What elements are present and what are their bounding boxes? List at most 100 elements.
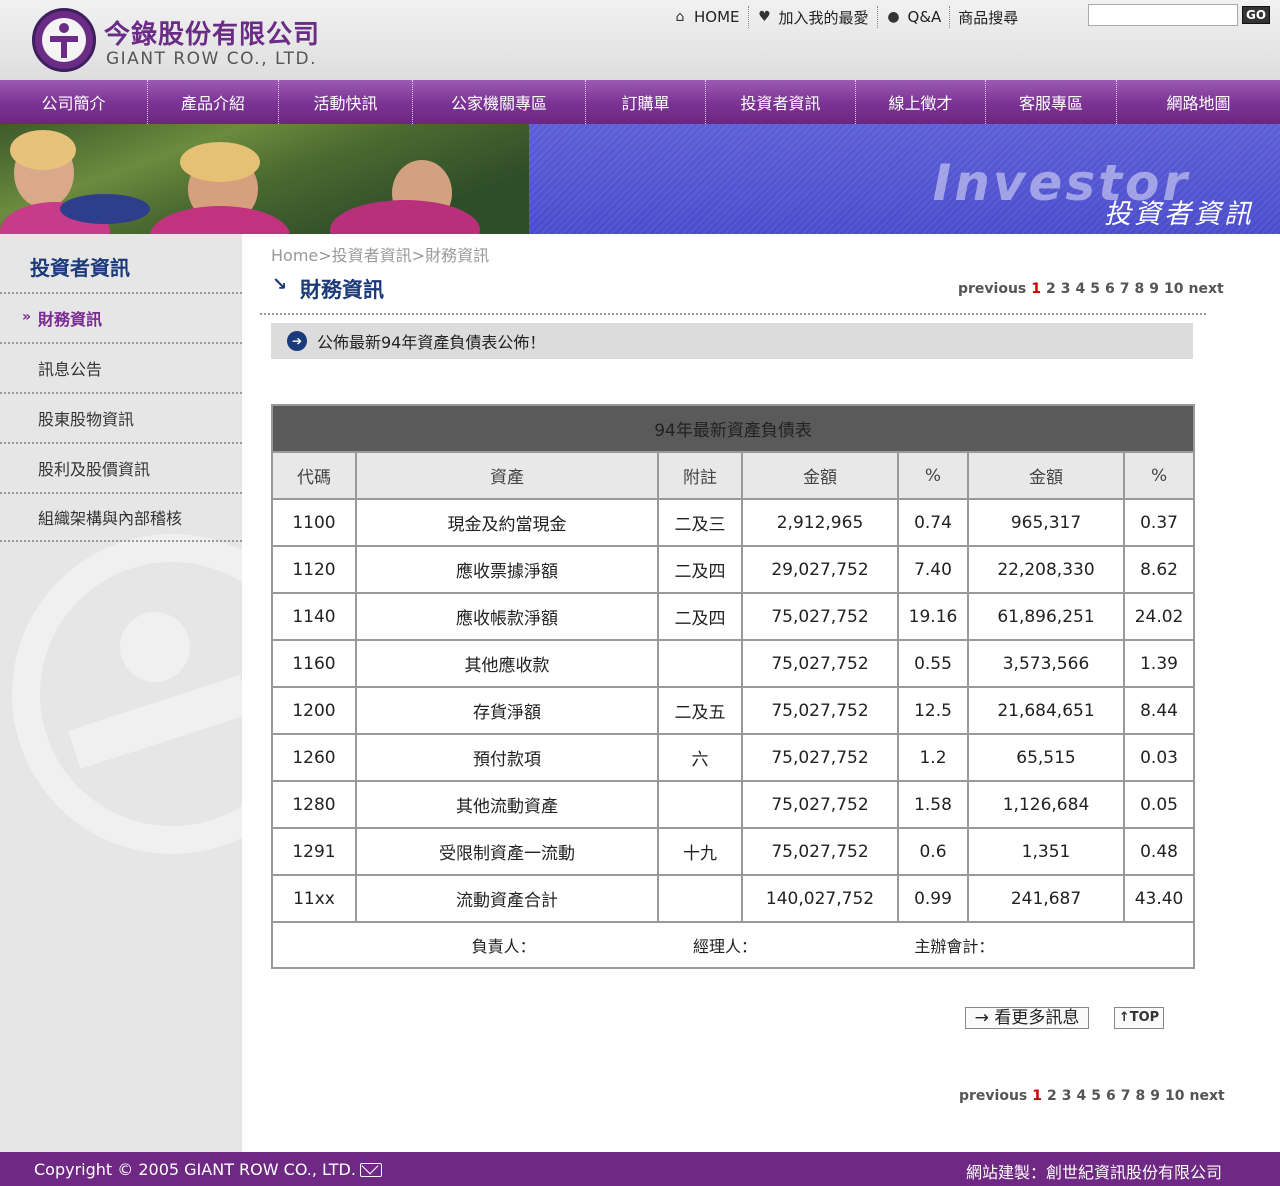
qa-link[interactable]: ● Q&A: [878, 6, 951, 28]
cell-code: 1260: [271, 733, 357, 782]
table-row: 1280 其他流動資產 75,027,752 1.58 1,126,684 0.…: [271, 780, 1196, 829]
pager-page-10[interactable]: 10: [1164, 281, 1183, 297]
cell-percent: 0.74: [897, 498, 969, 547]
header: 今錄股份有限公司 GIANT ROW CO., LTD. ⌂ HOME ♥ 加入…: [0, 0, 1280, 80]
company-logo-icon[interactable]: [32, 8, 96, 72]
pager-page-5[interactable]: 5: [1090, 281, 1100, 297]
pager-page-6[interactable]: 6: [1106, 1088, 1116, 1104]
cell-code: 1280: [271, 780, 357, 829]
pager-page-8[interactable]: 8: [1136, 1088, 1146, 1104]
pager-page-10[interactable]: 10: [1165, 1088, 1184, 1104]
pager-page-1[interactable]: 1: [1031, 281, 1041, 297]
cell-amount: 2,912,965: [741, 498, 899, 547]
nav-item-events[interactable]: 活動快訊: [279, 80, 413, 124]
cell-amount: 140,027,752: [741, 874, 899, 923]
nav-item-company[interactable]: 公司簡介: [0, 80, 148, 124]
qa-icon: ●: [887, 9, 900, 25]
pager-page-5[interactable]: 5: [1091, 1088, 1101, 1104]
cell-percent: 1.2: [897, 733, 969, 782]
cell-asset: 預付款項: [355, 733, 659, 782]
product-search: 商品搜尋: [950, 6, 1032, 28]
cell-asset: 其他流動資產: [355, 780, 659, 829]
active-chevron-icon: »: [22, 309, 32, 325]
pager-page-3[interactable]: 3: [1061, 281, 1071, 297]
sidebar-item-shareholder-info[interactable]: 股東股物資訊: [0, 392, 242, 442]
pager-page-9[interactable]: 9: [1150, 1088, 1160, 1104]
cell-percent-prior: 1.39: [1122, 639, 1196, 688]
column-header-amount-prior: 金額: [967, 451, 1125, 500]
table-header-row: 代碼 資產 附註 金額 % 金額 %: [271, 451, 1196, 500]
notice-bar[interactable]: ➔ 公佈最新94年資產負債表公佈！: [271, 323, 1193, 359]
nav-item-order-form[interactable]: 訂購單: [586, 80, 706, 124]
pager-page-9[interactable]: 9: [1149, 281, 1159, 297]
nav-item-customer-service[interactable]: 客服專區: [986, 80, 1117, 124]
company-name-en: GIANT ROW CO., LTD.: [106, 49, 318, 69]
add-favorite-label: 加入我的最愛: [778, 8, 869, 27]
search-go-button[interactable]: GO: [1242, 6, 1270, 24]
home-link[interactable]: ⌂ HOME: [664, 6, 749, 28]
pager-page-6[interactable]: 6: [1105, 281, 1115, 297]
add-favorite-link[interactable]: ♥ 加入我的最愛: [749, 6, 878, 28]
cell-percent: 12.5: [897, 686, 969, 735]
pager-previous[interactable]: previous: [959, 1088, 1027, 1104]
table-row: 1120 應收票據淨額 二及四 29,027,752 7.40 22,208,3…: [271, 545, 1196, 594]
cell-percent-prior: 0.03: [1122, 733, 1196, 782]
cell-asset: 受限制資產一流動: [355, 827, 659, 876]
nav-item-careers[interactable]: 線上徵才: [856, 80, 986, 124]
cell-percent-prior: 0.05: [1122, 780, 1196, 829]
sidebar-item-organization[interactable]: 組織架構與內部稽核: [0, 492, 242, 542]
pager-page-1[interactable]: 1: [1032, 1088, 1042, 1104]
cell-amount: 75,027,752: [741, 639, 899, 688]
breadcrumb[interactable]: Home>投資者資訊>財務資訊: [271, 242, 489, 266]
mail-icon[interactable]: [360, 1163, 382, 1177]
cell-note: 十九: [657, 827, 743, 876]
table-row: 1140 應收帳款淨額 二及四 75,027,752 19.16 61,896,…: [271, 592, 1196, 641]
pager-previous[interactable]: previous: [958, 281, 1026, 297]
pager-page-4[interactable]: 4: [1076, 281, 1086, 297]
cell-percent: 0.99: [897, 874, 969, 923]
pager-page-7[interactable]: 7: [1120, 281, 1130, 297]
cell-percent-prior: 8.62: [1122, 545, 1196, 594]
pager-next[interactable]: next: [1190, 1088, 1225, 1104]
pager-next[interactable]: next: [1189, 281, 1224, 297]
banner-photo-rafting: [0, 124, 529, 234]
cell-note: [657, 639, 743, 688]
cell-code: 1120: [271, 545, 357, 594]
sidebar-item-dividend-info[interactable]: 股利及股價資訊: [0, 442, 242, 492]
arrow-right-circle-icon: ➔: [287, 331, 307, 351]
pagination-top: previous 1 2 3 4 5 6 7 8 9 10 next: [958, 281, 1224, 297]
cell-amount-prior: 22,208,330: [967, 545, 1125, 594]
back-to-top-button[interactable]: ↑TOP: [1114, 1007, 1164, 1029]
company-name-cn: 今錄股份有限公司: [104, 20, 321, 50]
cell-code: 11xx: [271, 874, 357, 923]
watermark-logo-icon: [12, 534, 242, 854]
sidebar-item-financial-info[interactable]: » 財務資訊: [0, 292, 242, 342]
balance-sheet-table: 94年最新資產負債表 代碼 資產 附註 金額 % 金額 % 1100 現金及約當…: [270, 404, 1196, 969]
sidebar: 投資者資訊 » 財務資訊 訊息公告 股東股物資訊 股利及股價資訊 組織架構與內部…: [0, 234, 242, 1152]
pager-page-3[interactable]: 3: [1062, 1088, 1072, 1104]
nav-item-government[interactable]: 公家機關專區: [413, 80, 586, 124]
sidebar-item-announcements[interactable]: 訊息公告: [0, 342, 242, 392]
cell-asset: 存貨淨額: [355, 686, 659, 735]
pager-page-4[interactable]: 4: [1077, 1088, 1087, 1104]
pager-page-2[interactable]: 2: [1046, 281, 1056, 297]
column-header-asset: 資產: [355, 451, 659, 500]
nav-item-products[interactable]: 產品介紹: [148, 80, 279, 124]
cell-amount: 29,027,752: [741, 545, 899, 594]
more-info-button[interactable]: → 看更多訊息: [965, 1007, 1089, 1029]
table-row: 1260 預付款項 六 75,027,752 1.2 65,515 0.03: [271, 733, 1196, 782]
pager-page-8[interactable]: 8: [1135, 281, 1145, 297]
pager-page-7[interactable]: 7: [1121, 1088, 1131, 1104]
nav-item-sitemap[interactable]: 網路地圖: [1117, 80, 1280, 124]
cell-amount-prior: 965,317: [967, 498, 1125, 547]
cell-code: 1291: [271, 827, 357, 876]
cell-percent: 19.16: [897, 592, 969, 641]
cell-note: 六: [657, 733, 743, 782]
pager-page-2[interactable]: 2: [1047, 1088, 1057, 1104]
product-search-input[interactable]: [1088, 4, 1238, 26]
pagination-bottom: previous 1 2 3 4 5 6 7 8 9 10 next: [959, 1088, 1225, 1104]
cell-asset: 其他應收款: [355, 639, 659, 688]
table-row: 1200 存貨淨額 二及五 75,027,752 12.5 21,684,651…: [271, 686, 1196, 735]
table-row: 1100 現金及約當現金 二及三 2,912,965 0.74 965,317 …: [271, 498, 1196, 547]
nav-item-investor[interactable]: 投資者資訊: [706, 80, 856, 124]
